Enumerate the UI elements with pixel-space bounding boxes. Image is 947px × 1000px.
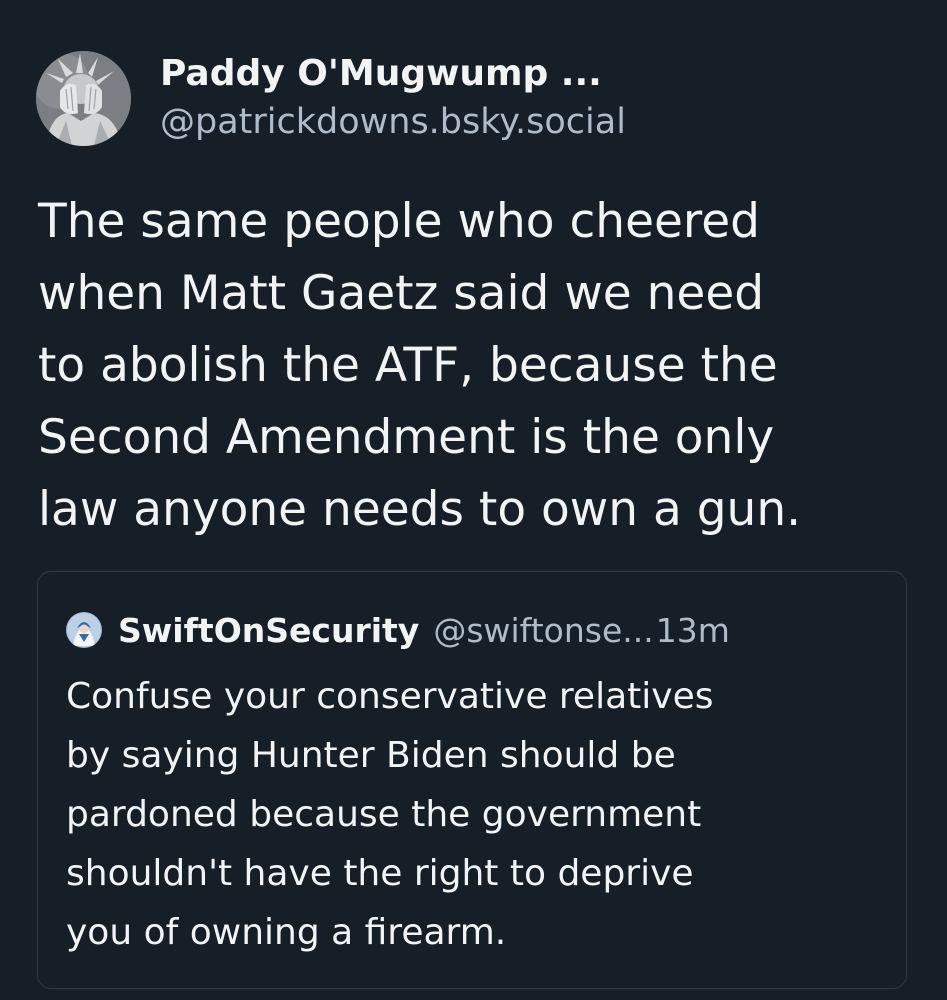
author-handle[interactable]: @patrickdowns.bsky.social (160, 100, 626, 144)
quoted-author-display-name[interactable]: SwiftOnSecurity (118, 611, 419, 650)
quoted-post-body-text: Confuse your conservative relatives by s… (66, 676, 714, 953)
quoted-post-card[interactable]: SwiftOnSecurity @swiftonse... 13m Confus… (37, 571, 907, 989)
quoted-author-avatar[interactable] (66, 612, 102, 648)
post-body-text: The same people who cheered when Matt Ga… (38, 194, 802, 537)
quoted-post-timestamp[interactable]: 13m (656, 611, 730, 650)
author-display-name[interactable]: Paddy O'Mugwump ... (160, 52, 626, 96)
swiftonsecurity-avatar-icon (66, 612, 102, 648)
author-text: Paddy O'Mugwump ... @patrickdowns.bsky.s… (160, 52, 626, 144)
post-author[interactable]: Paddy O'Mugwump ... @patrickdowns.bsky.s… (36, 50, 626, 146)
quoted-author-handle[interactable]: @swiftonse... (433, 611, 653, 650)
statue-of-liberty-facepalm-icon (36, 50, 131, 146)
quoted-post-header: SwiftOnSecurity @swiftonse... 13m (66, 610, 730, 650)
post: Paddy O'Mugwump ... @patrickdowns.bsky.s… (0, 0, 947, 1000)
author-avatar[interactable] (36, 50, 131, 146)
